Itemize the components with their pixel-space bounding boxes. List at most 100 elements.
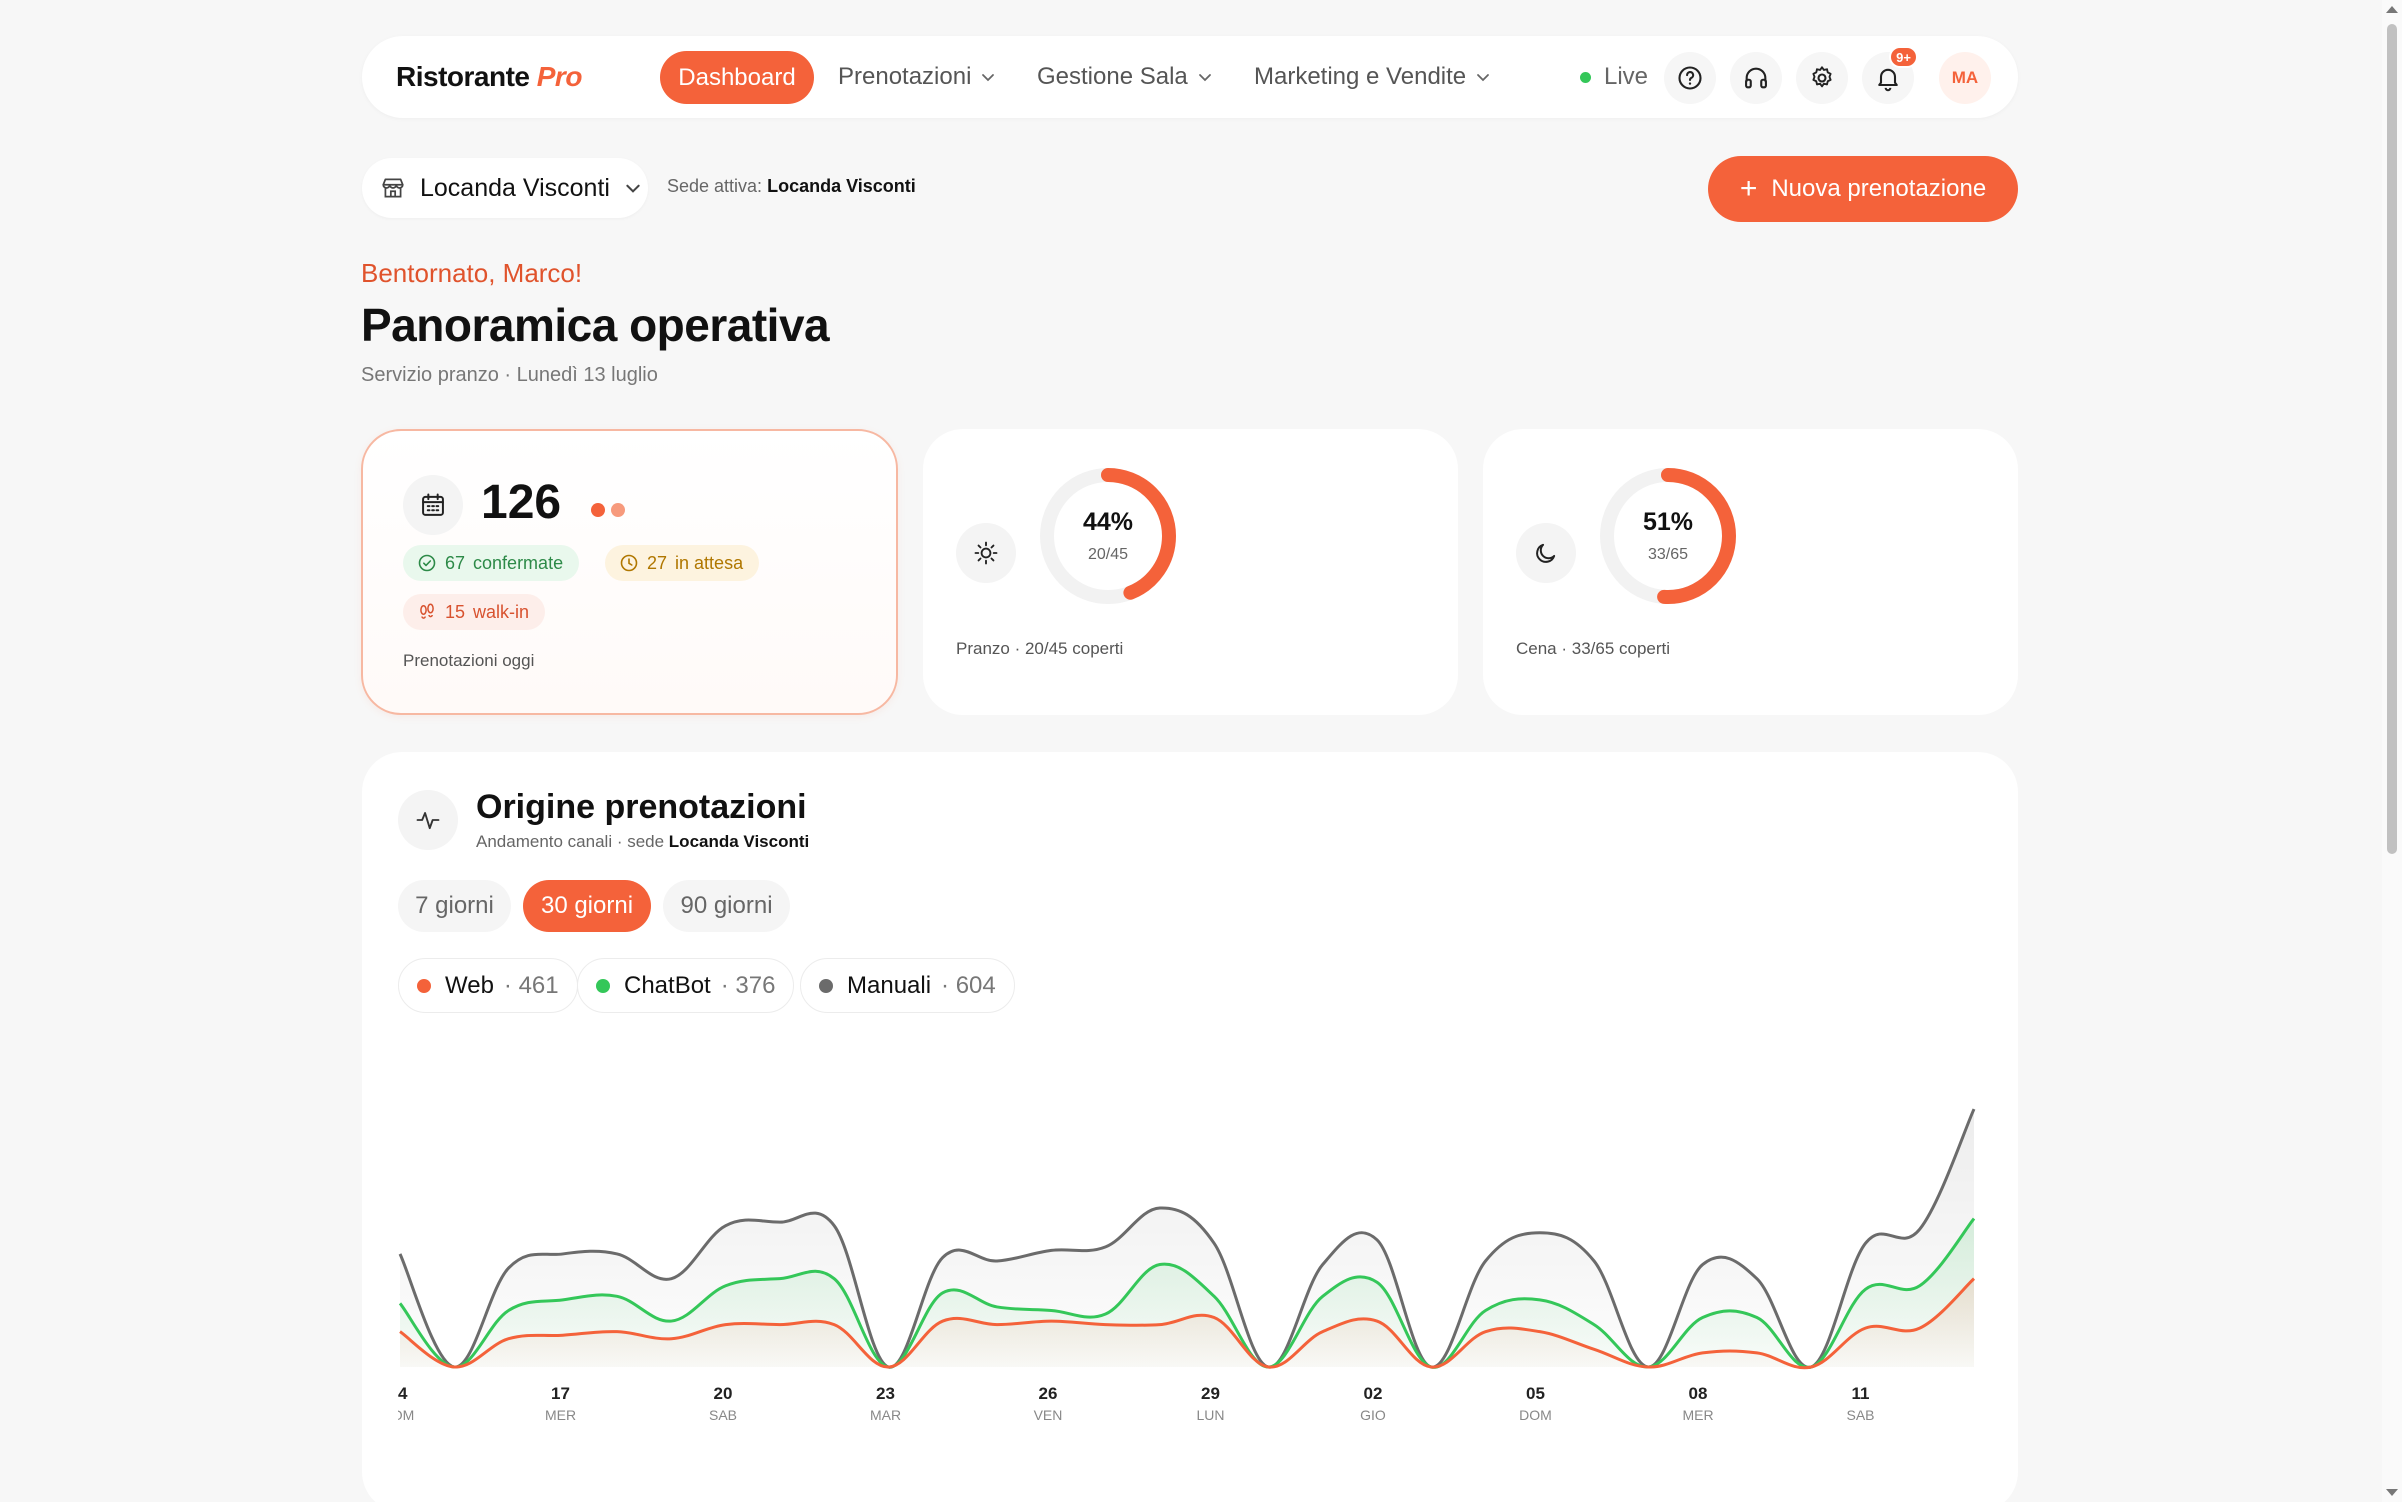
top-navbar: Ristorante Pro Dashboard Prenotazioni Ge… — [362, 36, 2018, 118]
legend-chatbot-count: · 376 — [720, 971, 776, 999]
notifications-button[interactable]: 9+ — [1862, 46, 1918, 104]
confirmed-badge[interactable]: 67 confermate — [403, 545, 580, 581]
page-title: Panoramica operativa — [361, 299, 830, 351]
scroll-up-arrow[interactable] — [2386, 6, 2398, 13]
x-tick-day: 29 — [1201, 1384, 1220, 1403]
settings-button[interactable] — [1796, 52, 1848, 104]
lunch-occupancy-card[interactable]: 44% 20/45 Pranzo · 20/45 coperti — [923, 429, 1458, 715]
help-icon — [1678, 66, 1702, 90]
clock-icon — [620, 554, 638, 572]
active-venue-info: Sede attiva: Locanda Visconti — [667, 176, 916, 197]
nav-gestione-sala-label: Gestione Sala — [1037, 63, 1188, 90]
sun-icon — [974, 541, 998, 565]
x-tick-weekday: MER — [545, 1407, 576, 1423]
lunch-donut: 44% 20/45 — [1038, 466, 1178, 606]
welcome-message: Bentornato, Marco! — [361, 258, 583, 288]
moon-icon-wrap — [1516, 523, 1576, 583]
x-tick-weekday: MAR — [870, 1407, 901, 1423]
chevron-down-icon — [982, 74, 995, 82]
range-90-days[interactable]: 90 giorni — [663, 880, 790, 932]
x-tick-day: 17 — [551, 1384, 570, 1403]
legend-manuali-count: · 604 — [941, 971, 996, 999]
brand-logo[interactable]: Ristorante Pro — [396, 61, 582, 93]
origins-subtitle: Andamento canali · sede Locanda Visconti — [476, 832, 809, 852]
x-tick-weekday: GIO — [1360, 1407, 1386, 1423]
confirmed-label: confermate — [473, 552, 564, 573]
legend-chatbot-name: ChatBot — [624, 971, 711, 999]
live-label: Live — [1604, 63, 1649, 90]
venue-selected-label: Locanda Visconti — [420, 173, 610, 202]
legend-chatbot-swatch — [596, 978, 610, 993]
footprints-icon — [420, 603, 434, 619]
bell-icon — [1878, 68, 1898, 92]
range-7-days[interactable]: 7 giorni — [398, 880, 511, 932]
dinner-occupancy-card[interactable]: 51% 33/65 Cena · 33/65 coperti — [1483, 429, 2018, 715]
bookings-today-card[interactable]: 126 67 confermate 27 in attesa 15 walk-i… — [361, 429, 898, 715]
live-status: Live — [1580, 36, 1648, 118]
legend-manuali-swatch — [819, 978, 833, 993]
legend-web[interactable]: Web · 461 — [398, 958, 578, 1013]
x-tick-day: 14 — [398, 1384, 408, 1403]
legend-manuali[interactable]: Manuali · 604 — [800, 958, 1015, 1013]
pending-badge[interactable]: 27 in attesa — [605, 545, 760, 581]
active-venue-name: Locanda Visconti — [767, 176, 916, 196]
x-tick-weekday: LUN — [1196, 1407, 1224, 1423]
x-tick-weekday: DOM — [1519, 1407, 1552, 1423]
check-circle-icon — [418, 554, 436, 572]
x-tick-weekday: MER — [1682, 1407, 1713, 1423]
nav-marketing-vendite[interactable]: Marketing e Vendite — [1254, 36, 1491, 118]
booking-origins-panel: Origine prenotazioni Andamento canali · … — [362, 752, 2018, 1502]
support-button[interactable] — [1730, 52, 1782, 104]
calendar-icon — [422, 493, 444, 516]
activity-icon — [416, 812, 440, 830]
x-tick-weekday: SAB — [1846, 1407, 1874, 1423]
x-tick-day: 26 — [1039, 1384, 1058, 1403]
walkin-badge[interactable]: 15 walk-in — [403, 594, 546, 630]
origins-title: Origine prenotazioni — [476, 788, 807, 826]
dinner-fraction: 33/65 — [1647, 546, 1689, 563]
confirmed-count: 67 — [445, 552, 466, 573]
walkin-count: 15 — [445, 601, 466, 622]
calendar-icon-wrap — [403, 475, 463, 535]
help-button[interactable] — [1664, 52, 1716, 104]
lunch-fraction: 20/45 — [1087, 546, 1129, 563]
scrollbar-thumb[interactable] — [2387, 24, 2397, 854]
legend-chatbot[interactable]: ChatBot · 376 — [577, 958, 795, 1013]
sun-icon-wrap — [956, 523, 1016, 583]
live-dot — [1580, 71, 1591, 83]
status-dots — [591, 503, 631, 517]
chevron-down-icon — [626, 184, 640, 193]
venue-selector[interactable]: Locanda Visconti — [362, 158, 648, 218]
walkin-label: walk-in — [473, 601, 530, 622]
nav-dashboard[interactable]: Dashboard — [660, 51, 814, 104]
activity-icon-wrap — [398, 790, 458, 850]
dinner-label: Cena · 33/65 coperti — [1516, 639, 1671, 658]
legend-web-count: · 461 — [503, 971, 559, 999]
x-tick-weekday: SAB — [709, 1407, 737, 1423]
nav-prenotazioni-label: Prenotazioni — [838, 63, 972, 90]
page-scrollbar[interactable] — [2382, 0, 2402, 1502]
active-venue-prefix: Sede attiva: — [667, 176, 763, 196]
new-booking-label: Nuova prenotazione — [1771, 175, 1987, 202]
page-subtitle: Servizio pranzo · Lunedì 13 luglio — [361, 364, 658, 386]
range-30-days[interactable]: 30 giorni — [523, 880, 651, 932]
bookings-total: 126 — [481, 476, 562, 529]
scroll-down-arrow[interactable] — [2386, 1489, 2398, 1496]
legend-web-name: Web — [445, 971, 494, 999]
chevron-down-icon — [1198, 74, 1211, 82]
x-tick-day: 20 — [714, 1384, 733, 1403]
x-tick-day: 02 — [1364, 1384, 1383, 1403]
plus-icon: + — [1739, 172, 1758, 205]
dinner-donut: 51% 33/65 — [1598, 466, 1738, 606]
dinner-percent: 51% — [1642, 508, 1694, 536]
origins-subtitle-prefix: Andamento canali · sede — [476, 832, 665, 851]
new-booking-button[interactable]: + Nuova prenotazione — [1708, 156, 2018, 222]
nav-marketing-label: Marketing e Vendite — [1254, 63, 1467, 90]
status-dot-primary — [591, 503, 605, 517]
bookings-today-label: Prenotazioni oggi — [403, 651, 535, 670]
x-tick-day: 23 — [876, 1384, 895, 1403]
x-tick-day: 11 — [1852, 1384, 1870, 1403]
nav-prenotazioni[interactable]: Prenotazioni — [838, 36, 996, 118]
nav-gestione-sala[interactable]: Gestione Sala — [1037, 36, 1213, 118]
user-avatar[interactable]: MA — [1939, 52, 1991, 104]
